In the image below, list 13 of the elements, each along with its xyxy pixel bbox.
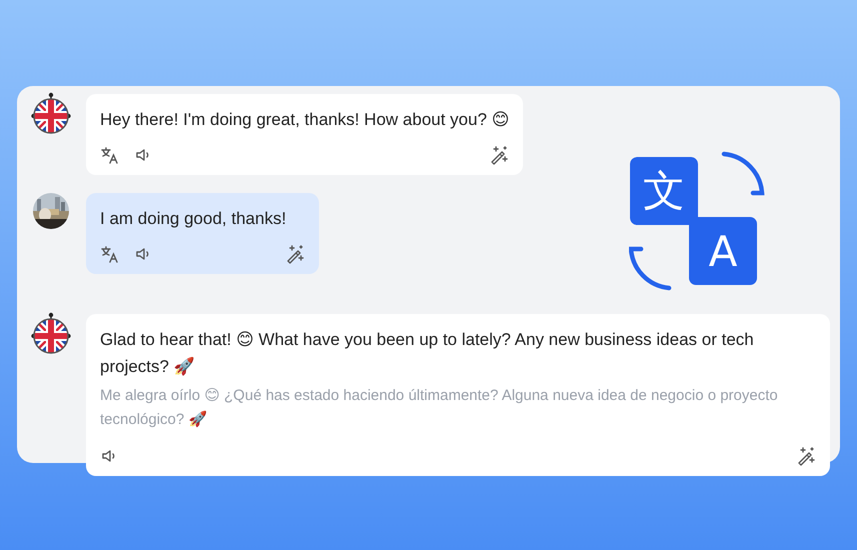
message-text: I am doing good, thanks!	[100, 208, 288, 230]
language-tile: 文	[630, 157, 698, 225]
flag-avatar	[31, 312, 71, 356]
message-text: Glad to hear that! 😊 What have you been up to lately? Any new business ideas or tech projects? 🚀	[100, 329, 755, 378]
magic-wand-icon[interactable]	[489, 145, 510, 165]
translated-text: Me alegra oírlo 😊 ¿Qué has estado haciendo últimamente? Alguna nueva idea de negocio o proyecto tecnológico? 🚀	[100, 386, 779, 430]
magic-wand-icon[interactable]	[285, 244, 305, 264]
flag-avatar	[31, 92, 71, 136]
translate-icon[interactable]	[100, 244, 120, 264]
message-text: Hey there! I'm doing great, thanks! How about you? 😊	[100, 109, 510, 131]
language-tile: A	[689, 217, 757, 285]
translate-icon[interactable]	[100, 145, 120, 165]
magic-wand-icon[interactable]	[796, 446, 816, 466]
